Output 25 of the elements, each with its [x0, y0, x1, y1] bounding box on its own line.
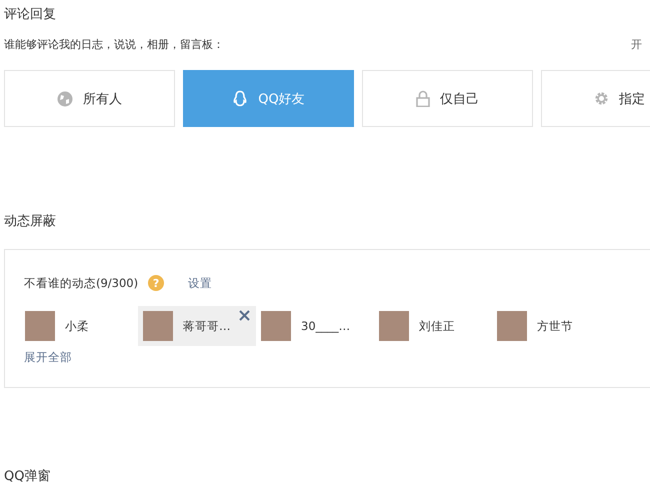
gear-icon	[594, 91, 609, 106]
friend-item[interactable]: 蒋哥哥…	[138, 306, 256, 346]
cut-off-text: 开	[631, 37, 642, 52]
option-tab[interactable]: 所有人	[4, 70, 175, 127]
friend-item[interactable]: 30____…	[260, 306, 378, 346]
close-icon[interactable]	[239, 310, 250, 321]
avatar-placeholder	[261, 311, 291, 341]
section-title: QQ弹窗	[3, 468, 52, 486]
penguin-icon	[232, 90, 248, 107]
lock-icon	[416, 90, 430, 107]
settings-link[interactable]: 设置	[188, 276, 212, 290]
question-text: 谁能够评论我的日志，说说，相册，留言板：	[4, 37, 224, 52]
friend-item[interactable]: 刘佳正	[378, 306, 496, 346]
avatar-placeholder	[379, 311, 409, 341]
avatar-placeholder	[143, 311, 173, 341]
blocked-count-label: 不看谁的动态(9/300)	[24, 276, 138, 290]
section-title: 动态屏蔽	[3, 213, 57, 231]
section-title: 评论回复	[3, 6, 57, 24]
friend-item[interactable]: 方世节	[496, 306, 614, 346]
option-tab[interactable]: 仅自己	[362, 70, 533, 127]
option-tab[interactable]: 指定	[541, 70, 650, 127]
avatar-placeholder	[25, 311, 55, 341]
globe-icon	[57, 90, 73, 106]
avatar-placeholder	[497, 311, 527, 341]
expand-all-link[interactable]: 展开全部	[24, 350, 72, 365]
